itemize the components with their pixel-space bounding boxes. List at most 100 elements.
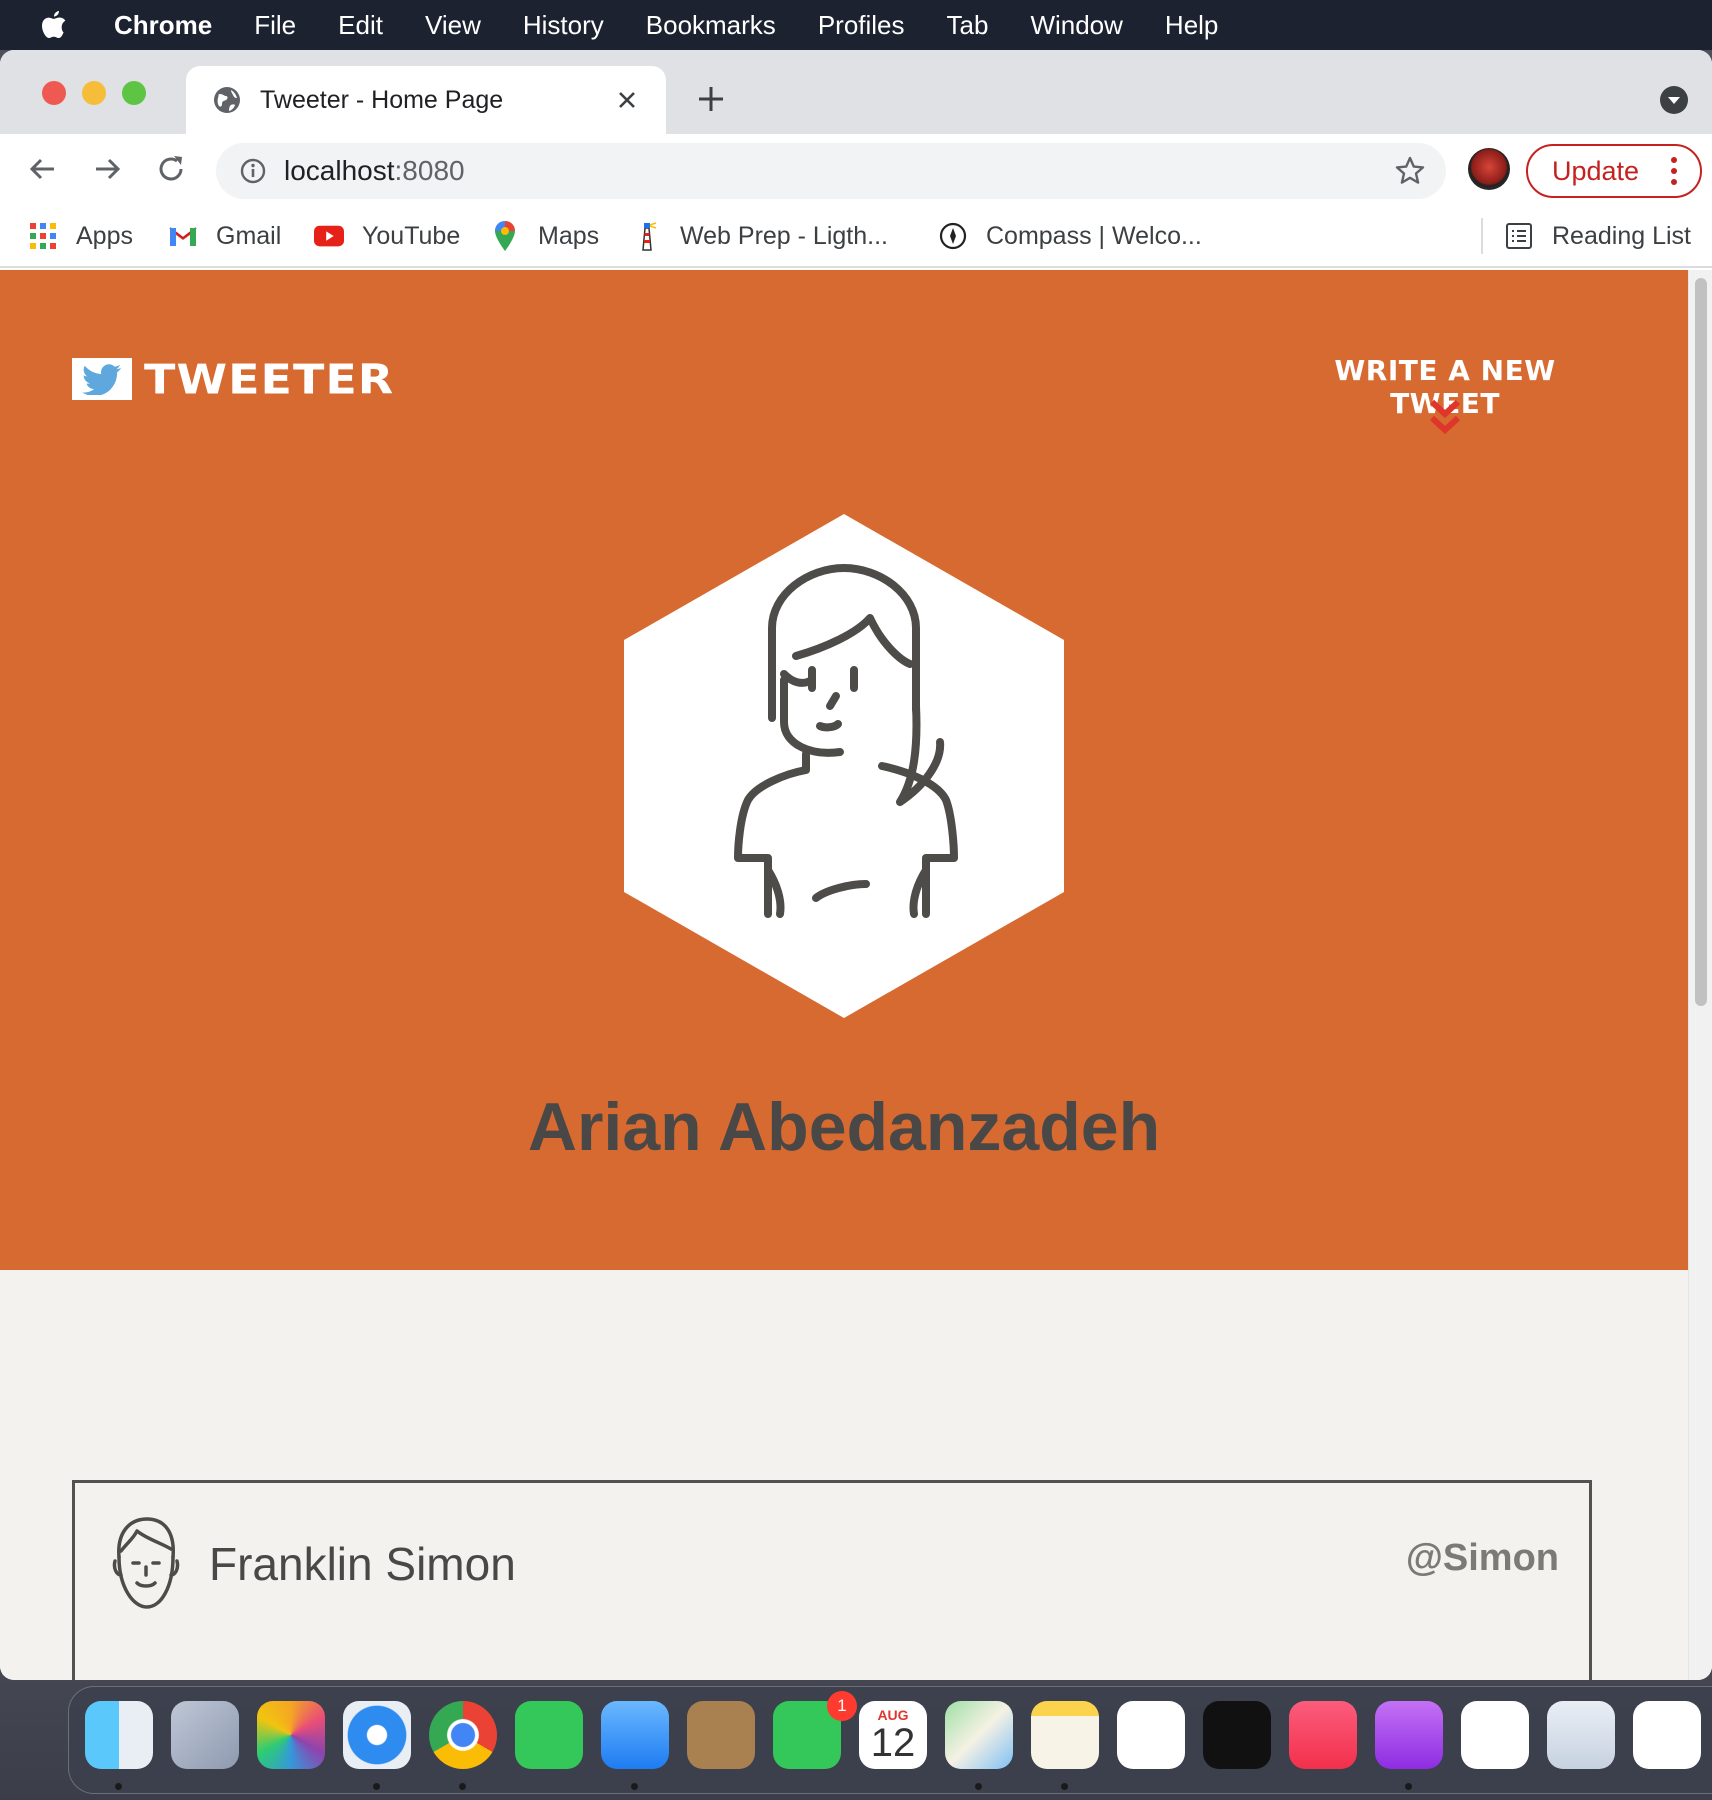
running-indicator <box>1061 1783 1068 1790</box>
bookmark-label: YouTube <box>362 221 461 250</box>
reading-list-icon <box>1504 221 1534 251</box>
macos-dock: 1 AUG 12 <box>68 1686 1712 1794</box>
bookmark-label: Gmail <box>216 221 282 250</box>
menu-tab[interactable]: Tab <box>947 10 989 41</box>
bookmarks-bar: Apps Gmail YouTube Maps Web Prep - Ligth… <box>0 204 1712 268</box>
bookmark-star-icon[interactable] <box>1394 155 1426 187</box>
launchpad-icon[interactable] <box>171 1701 239 1769</box>
bookmark-web-prep[interactable]: Web Prep - Ligth... <box>632 214 888 258</box>
menu-edit[interactable]: Edit <box>338 10 383 41</box>
menu-bookmarks[interactable]: Bookmarks <box>646 10 776 41</box>
brand-name: TWEETER <box>144 354 395 404</box>
double-chevron-down-icon[interactable] <box>1428 398 1462 438</box>
maps-pin-icon <box>490 221 520 251</box>
tab-strip: Tweeter - Home Page <box>0 50 1712 134</box>
profile-avatar[interactable] <box>1468 148 1510 190</box>
close-window-button[interactable] <box>42 81 66 105</box>
tab-tweeter-home[interactable]: Tweeter - Home Page <box>186 66 666 134</box>
bookmarks-divider <box>1481 218 1483 254</box>
facetime-badge: 1 <box>827 1691 857 1721</box>
menu-file[interactable]: File <box>254 10 296 41</box>
scrollbar-thumb[interactable] <box>1695 278 1707 1006</box>
update-button[interactable]: Update <box>1526 144 1702 198</box>
page-scrollbar[interactable] <box>1688 270 1712 1680</box>
bookmark-maps[interactable]: Maps <box>490 214 599 258</box>
site-logo[interactable]: TWEETER <box>72 352 394 406</box>
tweet-author-handle: @Simon <box>1405 1537 1559 1579</box>
photos-icon[interactable] <box>257 1701 325 1769</box>
lighthouse-icon <box>632 221 662 251</box>
chrome-icon[interactable] <box>429 1701 497 1769</box>
profile-name: Arian Abedanzadeh <box>527 1089 1161 1165</box>
podcasts-icon[interactable] <box>1375 1701 1443 1769</box>
bookmark-gmail[interactable]: Gmail <box>168 214 281 258</box>
menu-app-name[interactable]: Chrome <box>114 10 212 41</box>
calendar-day: 12 <box>870 1721 916 1765</box>
macos-menu-bar: Chrome File Edit View History Bookmarks … <box>0 0 1712 50</box>
reminders-icon[interactable] <box>1117 1701 1185 1769</box>
calendar-icon[interactable]: AUG 12 <box>859 1701 927 1769</box>
reading-list-label: Reading List <box>1552 221 1691 250</box>
bookmark-youtube[interactable]: YouTube <box>314 214 460 258</box>
bookmark-label: Compass | Welco... <box>986 221 1202 250</box>
news-icon[interactable] <box>1461 1701 1529 1769</box>
compass-icon <box>938 221 968 251</box>
address-bar[interactable]: localhost:8080 <box>216 143 1446 199</box>
apps-grid-icon <box>28 221 58 251</box>
numbers-icon[interactable] <box>1633 1701 1701 1769</box>
bookmark-label: Web Prep - Ligth... <box>680 221 888 250</box>
running-indicator <box>115 1783 122 1790</box>
youtube-icon <box>314 221 344 251</box>
keynote-icon[interactable] <box>1547 1701 1615 1769</box>
tab-search-icon[interactable] <box>1660 86 1688 114</box>
running-indicator <box>631 1783 638 1790</box>
apple-tv-icon[interactable] <box>1203 1701 1271 1769</box>
forward-icon[interactable] <box>90 152 124 186</box>
tab-title: Tweeter - Home Page <box>260 85 504 114</box>
notes-icon[interactable] <box>1031 1701 1099 1769</box>
menu-history[interactable]: History <box>523 10 604 41</box>
new-tab-icon[interactable] <box>694 82 728 116</box>
bookmark-label: Maps <box>538 221 600 250</box>
running-indicator <box>373 1783 380 1790</box>
close-tab-icon[interactable] <box>612 85 642 115</box>
profile-header: TWEETER WRITE A NEW TWEET Arian Abedanza… <box>0 270 1688 1270</box>
menu-view[interactable]: View <box>425 10 481 41</box>
profile-avatar-hexagon <box>620 510 1068 1022</box>
url-port: :8080 <box>394 155 465 186</box>
url-text: localhost:8080 <box>284 155 465 187</box>
update-label: Update <box>1552 155 1640 186</box>
mail-icon[interactable] <box>601 1701 669 1769</box>
finder-icon[interactable] <box>85 1701 153 1769</box>
tweet-author-name: Franklin Simon <box>209 1538 516 1590</box>
menu-profiles[interactable]: Profiles <box>818 10 905 41</box>
page-viewport: TWEETER WRITE A NEW TWEET Arian Abedanza… <box>0 270 1712 1680</box>
bookmark-apps[interactable]: Apps <box>28 214 133 258</box>
man-avatar-icon <box>107 1513 185 1613</box>
more-menu-icon[interactable] <box>1662 157 1686 185</box>
browser-window: Tweeter - Home Page localhost:8080 Updat… <box>0 50 1712 1680</box>
menu-window[interactable]: Window <box>1030 10 1122 41</box>
minimize-window-button[interactable] <box>82 81 106 105</box>
running-indicator <box>975 1783 982 1790</box>
maps-icon[interactable] <box>945 1701 1013 1769</box>
bookmark-label: Apps <box>76 221 133 250</box>
contacts-icon[interactable] <box>687 1701 755 1769</box>
bookmark-compass[interactable]: Compass | Welco... <box>938 214 1202 258</box>
menu-help[interactable]: Help <box>1165 10 1218 41</box>
tweet-card: Franklin Simon @Simon <box>72 1480 1592 1680</box>
messages-icon[interactable] <box>515 1701 583 1769</box>
back-icon[interactable] <box>26 152 60 186</box>
reload-icon[interactable] <box>154 152 188 186</box>
safari-icon[interactable] <box>343 1701 411 1769</box>
running-indicator <box>1405 1783 1412 1790</box>
reading-list-button[interactable]: Reading List <box>1504 214 1691 258</box>
twitter-bird-icon <box>72 358 132 400</box>
site-info-icon[interactable] <box>238 156 268 186</box>
music-icon[interactable] <box>1289 1701 1357 1769</box>
globe-icon <box>212 85 242 115</box>
browser-toolbar: localhost:8080 Update <box>0 134 1712 204</box>
zoom-window-button[interactable] <box>122 81 146 105</box>
apple-menu-icon[interactable] <box>40 9 80 41</box>
gmail-icon <box>168 221 198 251</box>
